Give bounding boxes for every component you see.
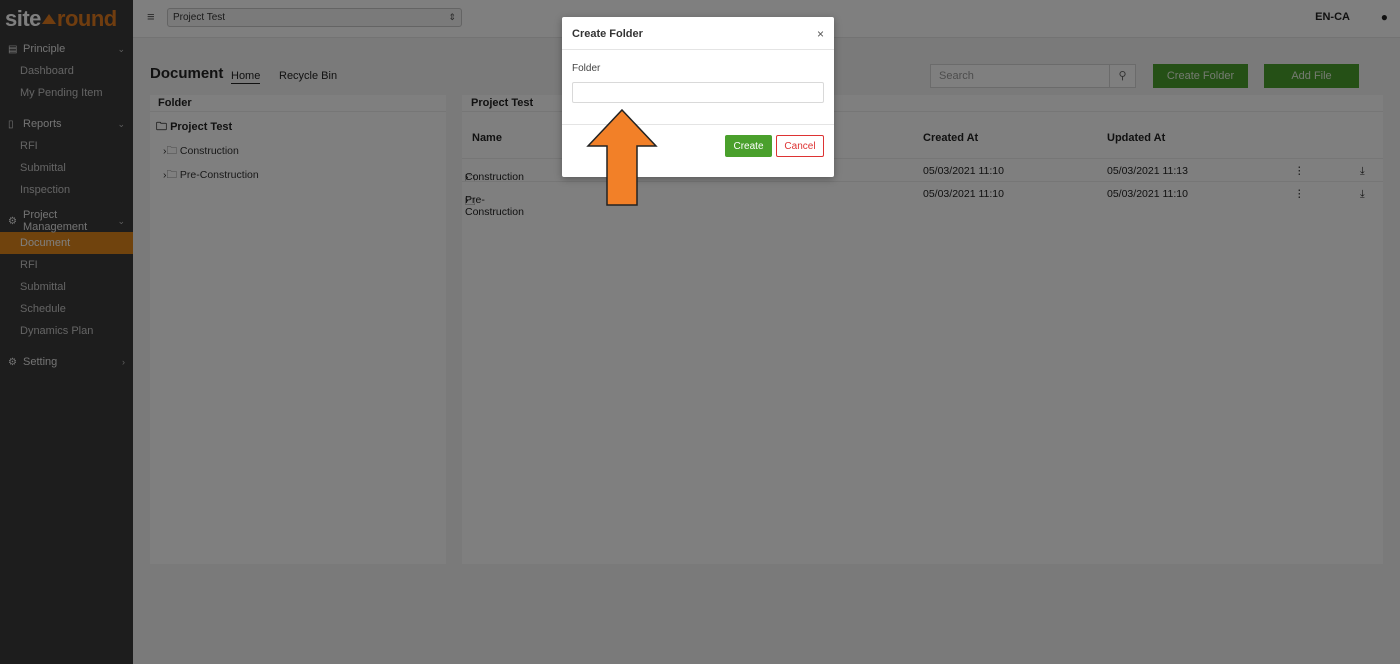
cancel-button[interactable]: Cancel bbox=[776, 135, 824, 157]
annotation-arrow-icon bbox=[586, 108, 658, 206]
dialog-header: Create Folder × bbox=[562, 17, 834, 50]
folder-name-input[interactable] bbox=[572, 82, 824, 103]
folder-name-label: Folder bbox=[572, 63, 601, 74]
close-icon[interactable]: × bbox=[817, 27, 824, 41]
dialog-title: Create Folder bbox=[572, 28, 643, 40]
create-button[interactable]: Create bbox=[725, 135, 772, 157]
